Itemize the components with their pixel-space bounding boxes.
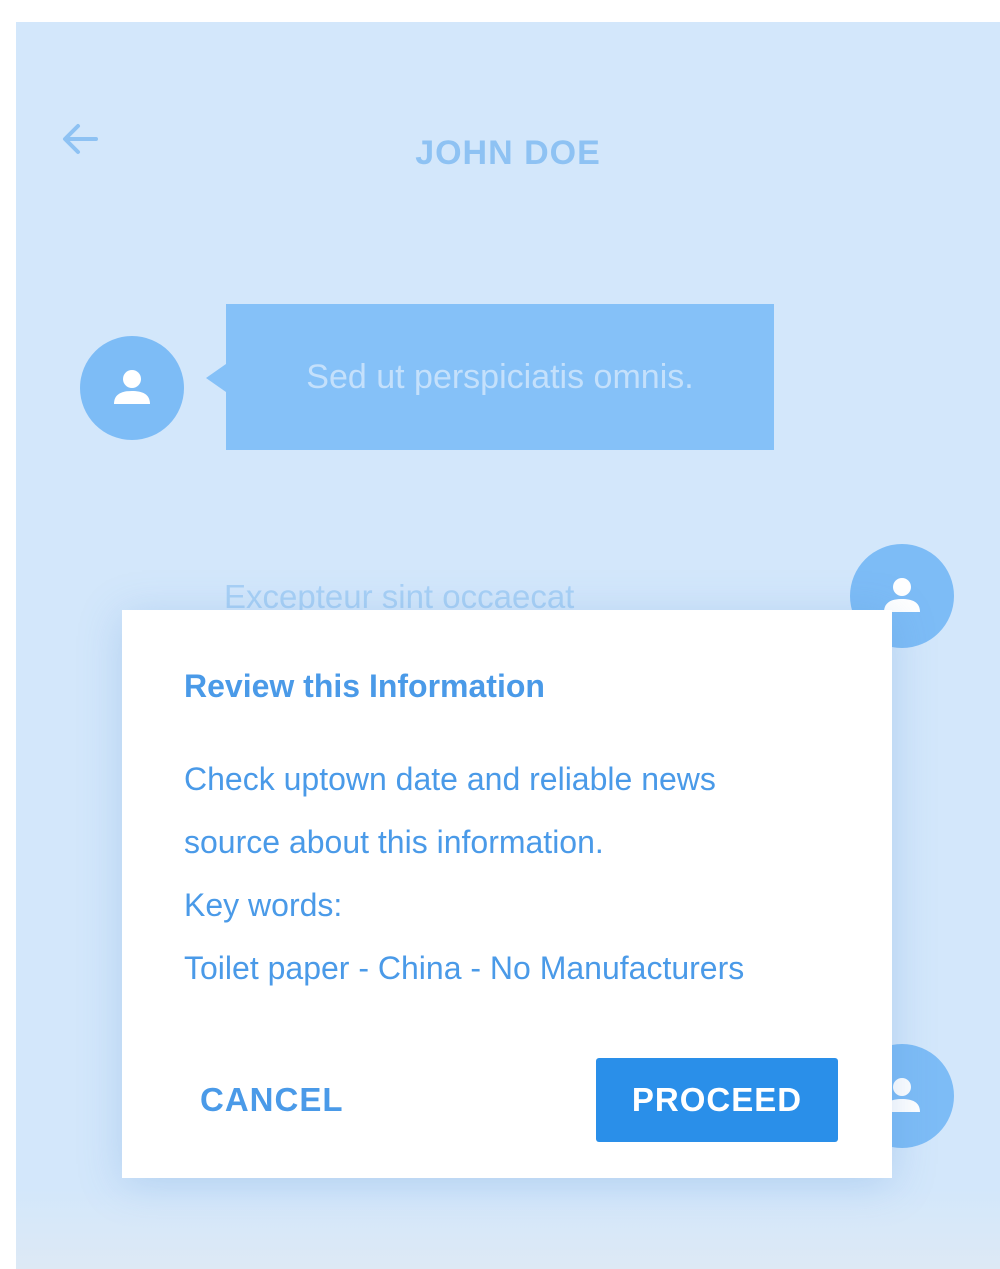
dialog-line: Toilet paper - China - No Manufacturers — [184, 950, 745, 986]
proceed-button[interactable]: PROCEED — [596, 1058, 838, 1142]
avatar[interactable] — [80, 336, 184, 440]
bottom-fade — [16, 1189, 1000, 1269]
message-bubble-incoming[interactable]: Sed ut perspiciatis omnis. — [206, 304, 774, 450]
chat-screen: JOHN DOE Sed ut perspiciatis omnis. Exce… — [16, 22, 1000, 1269]
dialog-title: Review this Information — [184, 668, 545, 704]
dialog-line: Check uptown date and reliable news — [184, 761, 716, 797]
message-text: Sed ut perspiciatis omnis. — [306, 357, 694, 396]
review-dialog: Review this Information Check uptown dat… — [122, 610, 892, 1178]
person-icon — [114, 370, 150, 404]
dialog-line: source about this information. — [184, 824, 604, 860]
dialog-line: Key words: — [184, 887, 343, 923]
cancel-button[interactable]: CANCEL — [186, 1058, 358, 1142]
dialog-body: Check uptown date and reliable news sour… — [184, 748, 864, 1000]
page-title: JOHN DOE — [415, 134, 601, 172]
